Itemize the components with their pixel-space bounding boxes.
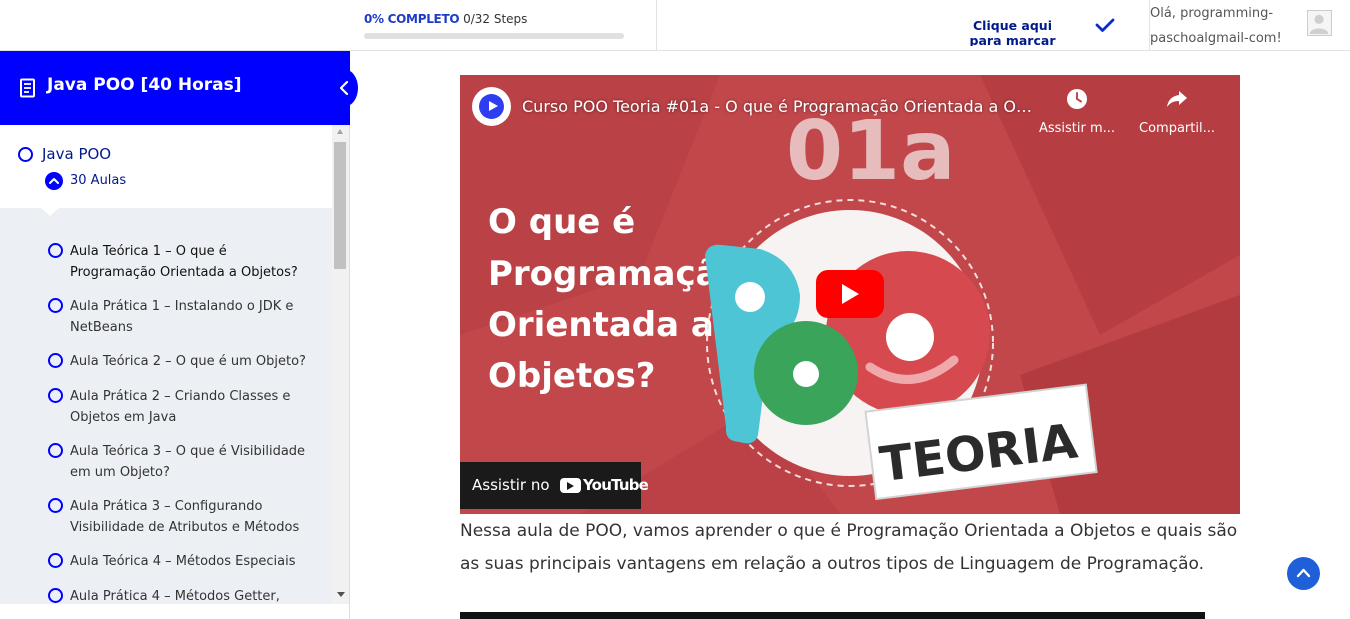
header-divider <box>656 0 657 51</box>
course-title[interactable]: Java POO [40 Horas] <box>47 75 242 95</box>
play-button[interactable] <box>816 270 884 318</box>
lesson-label: Aula Teórica 2 – O que é um Objeto? <box>70 354 306 369</box>
video-player[interactable]: 01a O que é Programação Orientada a Obje… <box>460 75 1240 514</box>
share-label: Compartil... <box>1139 121 1215 136</box>
clock-icon <box>1067 89 1087 109</box>
watch-on-youtube-button[interactable]: Assistir no YouTube <box>460 462 649 509</box>
section-title[interactable]: Java POO <box>42 145 111 163</box>
course-sidebar: Java POO [40 Horas] Java POO 30 Aulas Au… <box>0 51 358 619</box>
lesson-label: Aula Prática 4 – Métodos Getter, Setter … <box>70 589 280 604</box>
progress-text: 0% COMPLETO 0/32 Steps <box>364 12 527 26</box>
youtube-logo-icon <box>560 478 581 493</box>
watch-on-label: Assistir no <box>472 476 550 494</box>
lesson-status-icon <box>48 443 63 458</box>
play-icon <box>842 284 859 304</box>
scroll-to-top-button[interactable] <box>1287 557 1320 590</box>
avatar[interactable] <box>1307 10 1332 36</box>
lesson-page: 0% COMPLETO 0/32 Steps Clique aqui para … <box>0 0 1350 619</box>
course-section: Java POO 30 Aulas <box>0 125 332 209</box>
course-progress: 0% COMPLETO 0/32 Steps <box>364 12 624 39</box>
scroll-down-arrow-icon[interactable] <box>337 592 345 597</box>
lesson-status-icon <box>48 498 63 513</box>
check-icon[interactable] <box>1094 14 1116 36</box>
lesson-status-icon <box>48 298 63 313</box>
watch-later-button[interactable]: Assistir m... <box>1037 87 1117 136</box>
episode-number: 01a <box>786 104 955 199</box>
mark-complete-button[interactable]: Clique aqui para marcar como concluído <box>955 18 1070 46</box>
user-icon <box>1309 14 1329 35</box>
chevron-left-icon <box>339 80 349 96</box>
thumbnail-headline-line: Objetos? <box>488 356 656 396</box>
progress-percent: 0% COMPLETO <box>364 12 460 26</box>
user-greeting[interactable]: Olá, programming-paschoalgmail-com! <box>1150 1 1300 51</box>
lesson-status-icon <box>48 553 63 568</box>
next-video-preview <box>460 612 1240 619</box>
document-icon <box>20 78 35 98</box>
lesson-label: Aula Prática 3 – Configurando Visibilida… <box>70 499 300 535</box>
progress-bar <box>364 33 624 39</box>
youtube-wordmark: YouTube <box>583 476 649 494</box>
list-notch <box>40 208 60 216</box>
lesson-status-icon <box>48 588 63 603</box>
thumbnail-headline-line: O que é <box>488 202 635 242</box>
chevron-up-icon <box>45 172 63 190</box>
share-button[interactable]: Compartil... <box>1137 87 1217 136</box>
lessons-count: 30 Aulas <box>70 173 127 188</box>
thumbnail-headline-line: Orientada a <box>488 305 714 345</box>
section-status-icon <box>18 147 33 162</box>
lesson-status-icon <box>48 243 63 258</box>
top-header: 0% COMPLETO 0/32 Steps Clique aqui para … <box>0 0 1350 51</box>
lesson-label: Aula Teórica 1 – O que é Programação Ori… <box>70 244 298 280</box>
lesson-status-icon <box>48 388 63 403</box>
lesson-list: Aula Teórica 1 – O que é Programação Ori… <box>0 208 332 604</box>
progress-steps: 0/32 Steps <box>463 12 528 26</box>
video-title[interactable]: Curso POO Teoria #01a - O que é Programa… <box>522 97 1032 116</box>
watch-later-label: Assistir m... <box>1038 121 1116 136</box>
collapse-sidebar-button[interactable] <box>330 69 358 107</box>
ad-choices-icon[interactable] <box>1205 612 1240 619</box>
lesson-description: Nessa aula de POO, vamos aprender o que … <box>460 521 1238 574</box>
lesson-label: Aula Prática 2 – Criando Classes e Objet… <box>70 389 291 425</box>
lesson-status-icon <box>48 353 63 368</box>
chevron-up-icon <box>1296 568 1311 578</box>
sidebar-scrollbar[interactable] <box>332 125 349 604</box>
lesson-label: Aula Teórica 3 – O que é Visibilidade em… <box>70 444 306 480</box>
thumbnail-headline-line: Programação <box>488 254 742 294</box>
scrollbar-thumb[interactable] <box>334 142 346 269</box>
scroll-up-arrow-icon[interactable] <box>337 129 343 134</box>
course-header: Java POO [40 Horas] <box>0 51 358 125</box>
lesson-label: Aula Teórica 4 – Métodos Especiais <box>70 554 296 569</box>
lesson-label: Aula Prática 1 – Instalando o JDK e NetB… <box>70 299 294 335</box>
share-icon <box>1167 91 1187 107</box>
channel-avatar[interactable] <box>472 87 511 126</box>
